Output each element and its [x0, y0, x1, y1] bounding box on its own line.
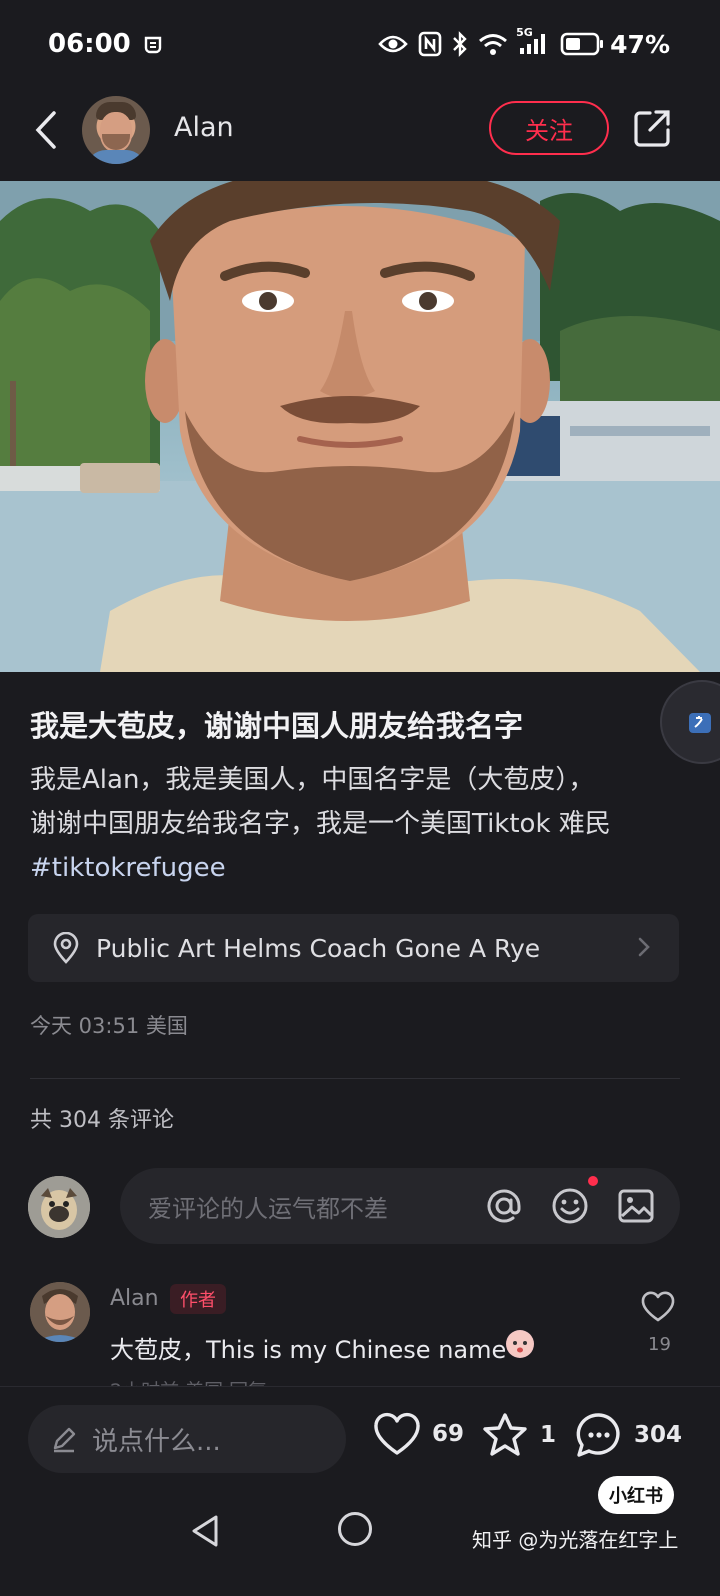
- post-image[interactable]: [0, 181, 720, 672]
- collect-button[interactable]: 1: [480, 1411, 556, 1459]
- battery: 47%: [560, 30, 670, 59]
- emoji-icon: [552, 1188, 588, 1224]
- current-user-avatar[interactable]: [28, 1176, 90, 1238]
- pencil-icon: [53, 1427, 76, 1453]
- nav-home-button[interactable]: [338, 1512, 372, 1546]
- image-icon: [618, 1189, 654, 1223]
- chevron-left-icon: [35, 111, 56, 149]
- share-icon: [634, 110, 670, 147]
- author-name[interactable]: Alan: [174, 112, 234, 143]
- status-time: 06:00: [48, 29, 131, 59]
- portrait-image: [0, 181, 720, 672]
- post-header: Alan 关注: [0, 92, 720, 168]
- screen: 06:00 5G 47% Alan 关注 我是大苞皮，谢谢中国人朋友给我名字 我…: [0, 0, 720, 1596]
- comment-text: 大苞皮，This is my Chinese name: [110, 1336, 507, 1364]
- divider: [30, 1078, 680, 1079]
- star-icon: [483, 1413, 527, 1456]
- hashtag-link[interactable]: #tiktokrefugee: [30, 846, 690, 890]
- post-body: 我是Alan，我是美国人，中国名字是（大苞皮）， 谢谢中国朋友给我名字，我是一个…: [30, 758, 690, 890]
- bluetooth-icon: [452, 31, 468, 57]
- battery-icon: [560, 32, 604, 56]
- heart-icon: [374, 1412, 420, 1455]
- post-body-line: 谢谢中国朋友给我名字，我是一个美国Tiktok 难民: [30, 809, 611, 839]
- post-title: 我是大苞皮，谢谢中国人朋友给我名字: [30, 709, 524, 743]
- say-something-input[interactable]: 说点什么...: [28, 1405, 346, 1473]
- watermark-text: 知乎 @为光落在红字上: [472, 1528, 679, 1552]
- mention-icon: [487, 1189, 521, 1223]
- chevron-right-icon: [638, 937, 650, 957]
- author-badge: 作者: [170, 1284, 226, 1314]
- status-bar: 06:00 5G 47%: [0, 0, 720, 88]
- network-type: 5G: [516, 26, 533, 39]
- comment-bubble-icon: [576, 1413, 620, 1457]
- location-text: Public Art Helms Coach Gone A Rye: [96, 933, 541, 963]
- emoji-face-icon: [506, 1330, 534, 1358]
- status-left: 06:00: [48, 29, 165, 59]
- comment-total: 304: [634, 1422, 683, 1448]
- location-card[interactable]: Public Art Helms Coach Gone A Rye: [28, 914, 679, 982]
- emoji-notification-dot: [588, 1176, 598, 1186]
- share-button[interactable]: [632, 108, 672, 148]
- notification-icon: [141, 32, 165, 56]
- comment-input-placeholder: 爱评论的人运气都不差: [148, 1194, 388, 1223]
- comment-author[interactable]: Alan: [110, 1286, 159, 1311]
- say-something-placeholder: 说点什么...: [92, 1426, 221, 1457]
- comment-count: 共 304 条评论: [30, 1108, 174, 1133]
- heart-icon: [641, 1291, 675, 1322]
- follow-button[interactable]: 关注: [489, 101, 609, 155]
- comment-like-button[interactable]: [640, 1290, 680, 1326]
- translate-icon: [689, 713, 711, 733]
- xiaohongshu-logo: 小红书: [598, 1476, 674, 1514]
- post-body-line: 我是Alan，我是美国人，中国名字是（大苞皮），: [30, 765, 595, 795]
- comment-like-count: 19: [648, 1334, 671, 1355]
- location-pin-icon: [53, 932, 79, 964]
- like-button[interactable]: 69: [372, 1411, 464, 1457]
- post-time-location: 今天 03:51 美国: [30, 1014, 188, 1038]
- author-avatar[interactable]: [82, 96, 150, 164]
- back-button[interactable]: [26, 106, 66, 154]
- wifi-icon: [478, 32, 508, 56]
- nfc-icon: [418, 31, 442, 57]
- nav-back-icon[interactable]: [190, 1514, 220, 1548]
- signal-icon: 5G: [516, 26, 550, 56]
- battery-percent: 47%: [610, 29, 670, 59]
- dog-avatar-image: [28, 1176, 90, 1238]
- collect-count: 1: [540, 1422, 557, 1448]
- bottom-action-bar: 说点什么... 69 1 304: [0, 1386, 720, 1490]
- comment-button[interactable]: 304: [574, 1411, 682, 1459]
- eye-icon: [378, 33, 408, 55]
- comment-avatar[interactable]: [30, 1282, 90, 1342]
- status-right: 5G 47%: [378, 26, 670, 59]
- like-count: 69: [432, 1421, 465, 1447]
